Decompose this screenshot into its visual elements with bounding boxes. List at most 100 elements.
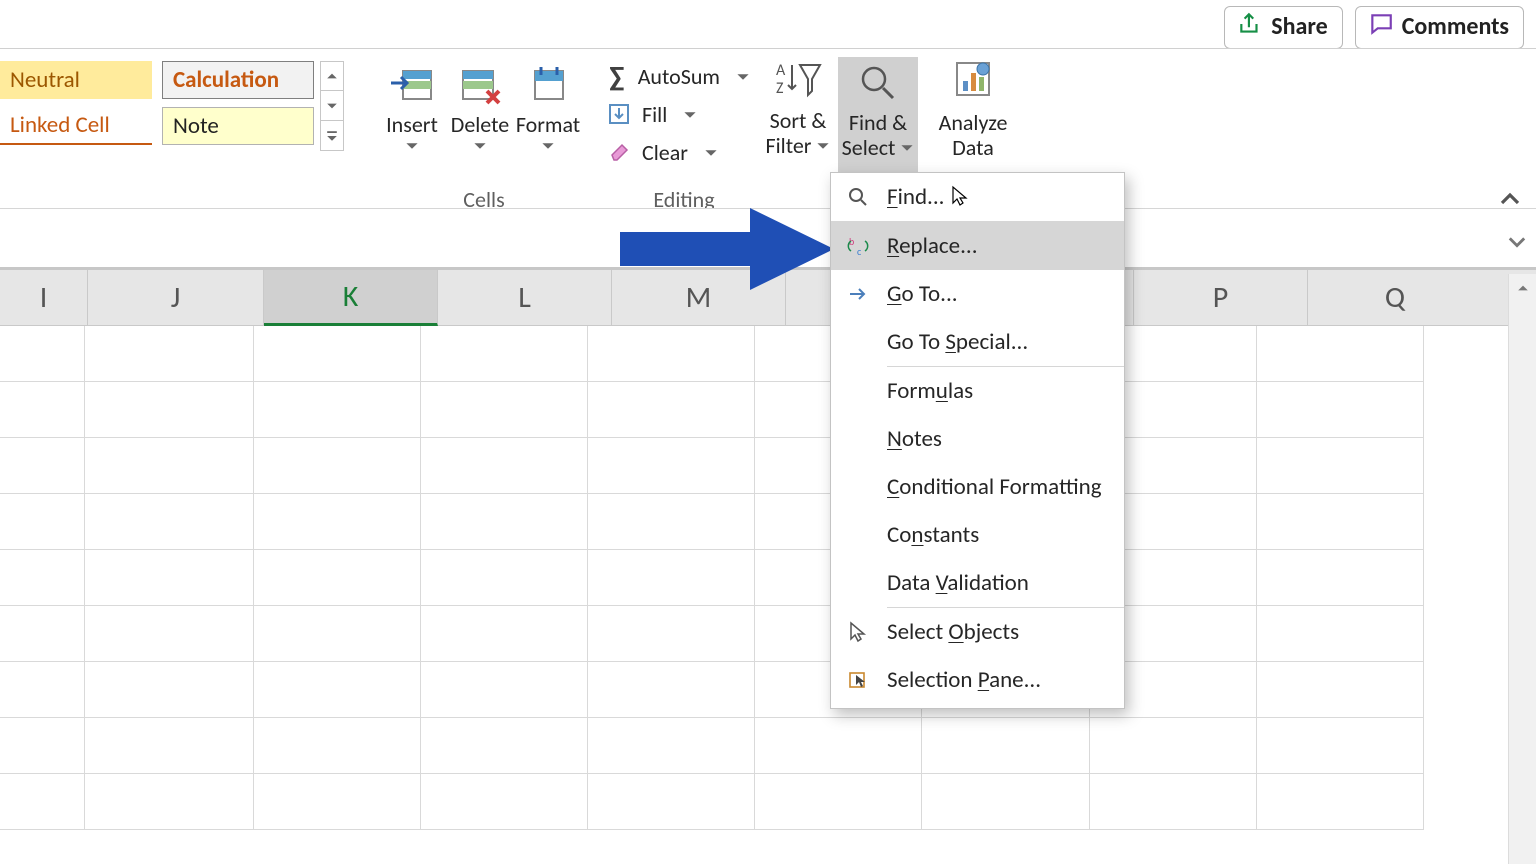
cell[interactable] [421, 550, 588, 605]
style-note[interactable]: Note [162, 107, 314, 145]
cell[interactable] [85, 326, 254, 381]
cell[interactable] [588, 438, 755, 493]
cell[interactable] [0, 606, 85, 661]
delete-button[interactable]: Delete [446, 57, 514, 175]
cell[interactable] [1257, 662, 1424, 717]
menu-formulas[interactable]: Formulas [831, 367, 1124, 415]
style-linked-cell[interactable]: Linked Cell [0, 107, 152, 145]
cell[interactable] [0, 662, 85, 717]
sort-filter-button[interactable]: AZ Sort &Filter [760, 57, 836, 173]
formula-bar-expand[interactable] [1508, 233, 1526, 256]
grid-row[interactable] [0, 494, 1424, 550]
spreadsheet-grid[interactable] [0, 326, 1424, 866]
cell[interactable] [588, 494, 755, 549]
grid-row[interactable] [0, 438, 1424, 494]
grid-row[interactable] [0, 606, 1424, 662]
cell[interactable] [421, 718, 588, 773]
clear-button[interactable]: Clear [600, 133, 756, 171]
cell[interactable] [0, 382, 85, 437]
fill-button[interactable]: Fill [600, 95, 756, 133]
cell[interactable] [85, 662, 254, 717]
cell[interactable] [0, 326, 85, 381]
col-header-Q[interactable]: Q [1308, 270, 1482, 325]
cell[interactable] [254, 438, 421, 493]
cell[interactable] [85, 606, 254, 661]
style-neutral[interactable]: Neutral [0, 61, 152, 99]
cell[interactable] [254, 774, 421, 829]
cell[interactable] [1257, 718, 1424, 773]
cell[interactable] [254, 550, 421, 605]
grid-row[interactable] [0, 326, 1424, 382]
cell[interactable] [1090, 718, 1257, 773]
cell[interactable] [421, 662, 588, 717]
gallery-scroll-up[interactable] [320, 61, 344, 91]
cell[interactable] [85, 438, 254, 493]
cell[interactable] [588, 326, 755, 381]
cell[interactable] [1257, 326, 1424, 381]
vertical-scrollbar[interactable] [1508, 274, 1536, 864]
style-calculation[interactable]: Calculation [162, 61, 314, 99]
find-select-button[interactable]: Find &Select [838, 57, 918, 173]
cell[interactable] [85, 774, 254, 829]
menu-selection-pane[interactable]: Selection Pane... [831, 656, 1124, 704]
col-header-P[interactable]: P [1134, 270, 1308, 325]
cell[interactable] [254, 382, 421, 437]
menu-notes[interactable]: Notes [831, 415, 1124, 463]
cell[interactable] [421, 326, 588, 381]
col-header-I[interactable]: I [0, 270, 88, 325]
cell[interactable] [588, 550, 755, 605]
cell[interactable] [588, 774, 755, 829]
grid-row[interactable] [0, 718, 1424, 774]
cell[interactable] [588, 382, 755, 437]
cell[interactable] [755, 774, 922, 829]
cell[interactable] [0, 494, 85, 549]
cell[interactable] [922, 774, 1089, 829]
menu-replace[interactable]: bc Replace... [831, 222, 1124, 270]
grid-row[interactable] [0, 774, 1424, 830]
menu-conditional-formatting[interactable]: Conditional Formatting [831, 463, 1124, 511]
menu-data-validation[interactable]: Data Validation [831, 559, 1124, 607]
cell[interactable] [254, 494, 421, 549]
cell[interactable] [85, 382, 254, 437]
cell[interactable] [85, 494, 254, 549]
grid-row[interactable] [0, 662, 1424, 718]
cell[interactable] [0, 438, 85, 493]
col-header-K-selected[interactable]: K [264, 270, 438, 326]
menu-goto-special[interactable]: Go To Special... [831, 318, 1124, 366]
gallery-scroll-down[interactable] [320, 91, 344, 121]
cell[interactable] [1257, 494, 1424, 549]
menu-constants[interactable]: Constants [831, 511, 1124, 559]
format-button[interactable]: Format [514, 57, 582, 175]
analyze-data-button[interactable]: AnalyzeData [924, 57, 1022, 173]
menu-select-objects[interactable]: Select Objects [831, 608, 1124, 656]
cell[interactable] [421, 382, 588, 437]
cell[interactable] [254, 662, 421, 717]
grid-row[interactable] [0, 382, 1424, 438]
cell[interactable] [254, 606, 421, 661]
menu-goto[interactable]: Go To... [831, 270, 1124, 318]
share-button[interactable]: Share [1224, 6, 1342, 49]
scroll-up-button[interactable] [1509, 274, 1536, 302]
cell[interactable] [922, 718, 1089, 773]
cell[interactable] [421, 494, 588, 549]
cell[interactable] [0, 718, 85, 773]
insert-button[interactable]: Insert [378, 57, 446, 175]
cell[interactable] [588, 606, 755, 661]
cell[interactable] [85, 718, 254, 773]
cell[interactable] [0, 774, 85, 829]
col-header-J[interactable]: J [88, 270, 264, 325]
cell[interactable] [1257, 438, 1424, 493]
cell[interactable] [254, 718, 421, 773]
cell[interactable] [755, 718, 922, 773]
cell[interactable] [0, 550, 85, 605]
cell[interactable] [1257, 382, 1424, 437]
cell[interactable] [1257, 550, 1424, 605]
cell[interactable] [421, 606, 588, 661]
cell[interactable] [254, 326, 421, 381]
cell[interactable] [1090, 774, 1257, 829]
cell[interactable] [421, 438, 588, 493]
autosum-button[interactable]: ∑ AutoSum [600, 57, 756, 95]
cell[interactable] [1257, 774, 1424, 829]
cell[interactable] [421, 774, 588, 829]
menu-find[interactable]: Find... [831, 173, 1124, 221]
